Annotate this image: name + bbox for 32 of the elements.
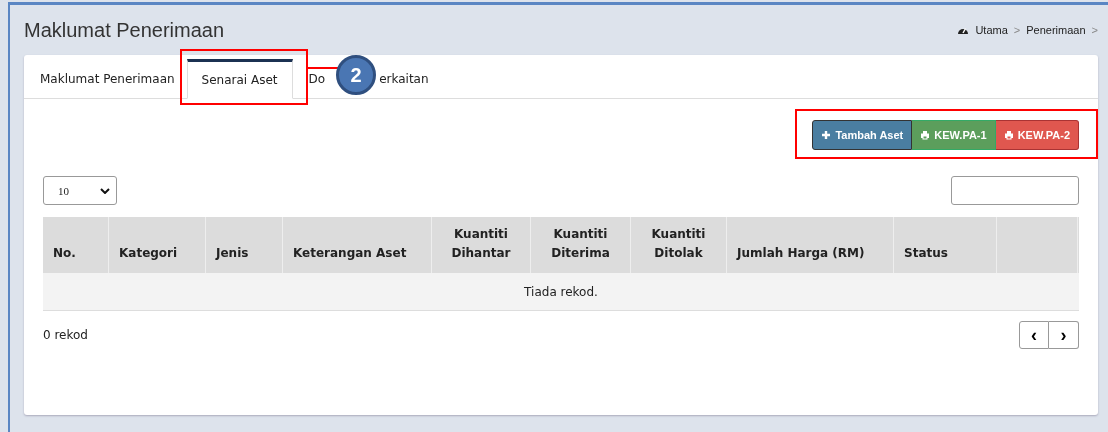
page-size-select[interactable]: 10: [43, 176, 117, 205]
breadcrumb-link[interactable]: Utama: [975, 24, 1008, 36]
pager-button[interactable]: ›: [1049, 321, 1079, 349]
column-header: Kuantiti Dihantar: [451, 226, 511, 262]
breadcrumb-link[interactable]: Penerimaan: [1026, 24, 1086, 36]
printer-icon: [920, 130, 931, 140]
column-header: Kategori: [119, 245, 178, 262]
column-header: No.: [53, 245, 76, 262]
plus-icon: [821, 130, 832, 140]
page-title: Maklumat Penerimaan: [24, 18, 225, 42]
tab-label[interactable]: Do: [308, 71, 326, 86]
action-button[interactable]: KEW.PA-2: [995, 120, 1079, 150]
column-header: Kuantiti Ditolak: [651, 226, 706, 262]
tab[interactable]: Senarai Aset: [186, 59, 293, 99]
chevron-down-icon: [100, 187, 110, 194]
column-header: Kuantiti Diterima: [551, 226, 610, 262]
column-header: Jumlah Harga (RM): [737, 245, 865, 262]
breadcrumb-separator: >: [1091, 24, 1098, 36]
record-count: 0 rekod: [43, 328, 88, 342]
action-button[interactable]: Tambah Aset: [812, 120, 913, 150]
column-header: Jenis: [216, 245, 249, 262]
column-header: Status: [904, 245, 948, 262]
printer-icon: [1003, 130, 1014, 140]
step-badge: 2: [336, 55, 376, 95]
tab-label[interactable]: erkaitan: [379, 71, 429, 86]
pager-button[interactable]: ‹: [1019, 321, 1049, 349]
breadcrumb-separator: >: [1013, 24, 1021, 36]
empty-message: Tiada rekod.: [524, 284, 598, 299]
dashboard-icon: [957, 25, 970, 35]
search-field[interactable]: [951, 176, 1079, 205]
column-header: Keterangan Aset: [293, 245, 407, 262]
tab[interactable]: Maklumat Penerimaan: [28, 59, 187, 98]
